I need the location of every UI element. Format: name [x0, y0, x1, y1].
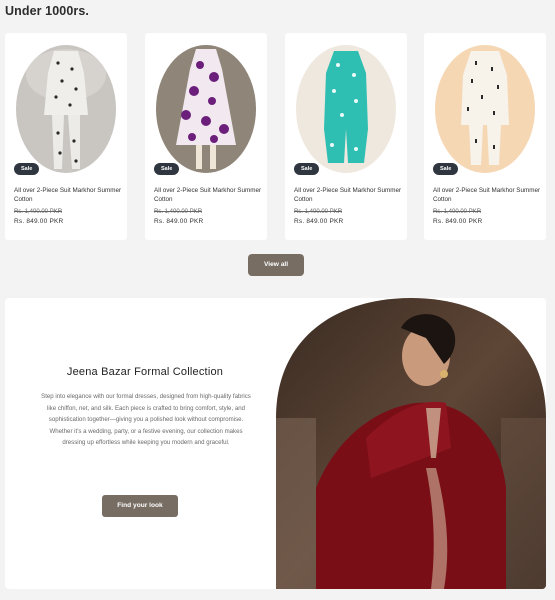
- product-title[interactable]: All over 2-Piece Suit Markhor Summer Cot…: [294, 186, 404, 204]
- product-image[interactable]: [435, 45, 535, 173]
- sale-price: Rs. 849.00 PKR: [294, 218, 344, 225]
- product-title[interactable]: All over 2-Piece Suit Markhor Summer Cot…: [14, 186, 124, 204]
- sale-price: Rs. 849.00 PKR: [433, 218, 483, 225]
- product-title[interactable]: All over 2-Piece Suit Markhor Summer Cot…: [433, 186, 543, 204]
- product-card[interactable]: Sale All over 2-Piece Suit Markhor Summe…: [145, 33, 267, 240]
- compare-price: Rs. 1,400.00 PKR: [154, 209, 203, 215]
- sale-badge: Sale: [154, 163, 180, 175]
- sale-badge: Sale: [433, 163, 459, 175]
- sale-badge: Sale: [14, 163, 40, 175]
- product-card[interactable]: Sale All over 2-Piece Suit Markhor Summe…: [5, 33, 127, 240]
- sale-price: Rs. 849.00 PKR: [154, 218, 204, 225]
- product-grid: Sale All over 2-Piece Suit Markhor Summe…: [5, 33, 546, 240]
- product-card[interactable]: Sale All over 2-Piece Suit Markhor Summe…: [285, 33, 407, 240]
- section-heading: Under 1000rs.: [5, 4, 89, 18]
- product-card[interactable]: Sale All over 2-Piece Suit Markhor Summe…: [424, 33, 546, 240]
- product-image[interactable]: [156, 45, 256, 173]
- promo-banner: Jeena Bazar Formal Collection Step into …: [5, 298, 546, 589]
- promo-title: Jeena Bazar Formal Collection: [66, 366, 224, 378]
- find-your-look-button[interactable]: Find your look: [102, 495, 178, 517]
- promo-description: Step into elegance with our formal dress…: [41, 393, 251, 447]
- product-image[interactable]: [16, 45, 116, 173]
- product-title[interactable]: All over 2-Piece Suit Markhor Summer Cot…: [154, 186, 264, 204]
- compare-price: Rs. 1,400.00 PKR: [294, 209, 343, 215]
- compare-price: Rs. 1,400.00 PKR: [14, 209, 63, 215]
- sale-badge: Sale: [294, 163, 320, 175]
- product-image[interactable]: [296, 45, 396, 173]
- hero-image: [276, 298, 546, 589]
- sale-price: Rs. 849.00 PKR: [14, 218, 64, 225]
- compare-price: Rs. 1,400.00 PKR: [433, 209, 482, 215]
- view-all-button[interactable]: View all: [248, 254, 304, 276]
